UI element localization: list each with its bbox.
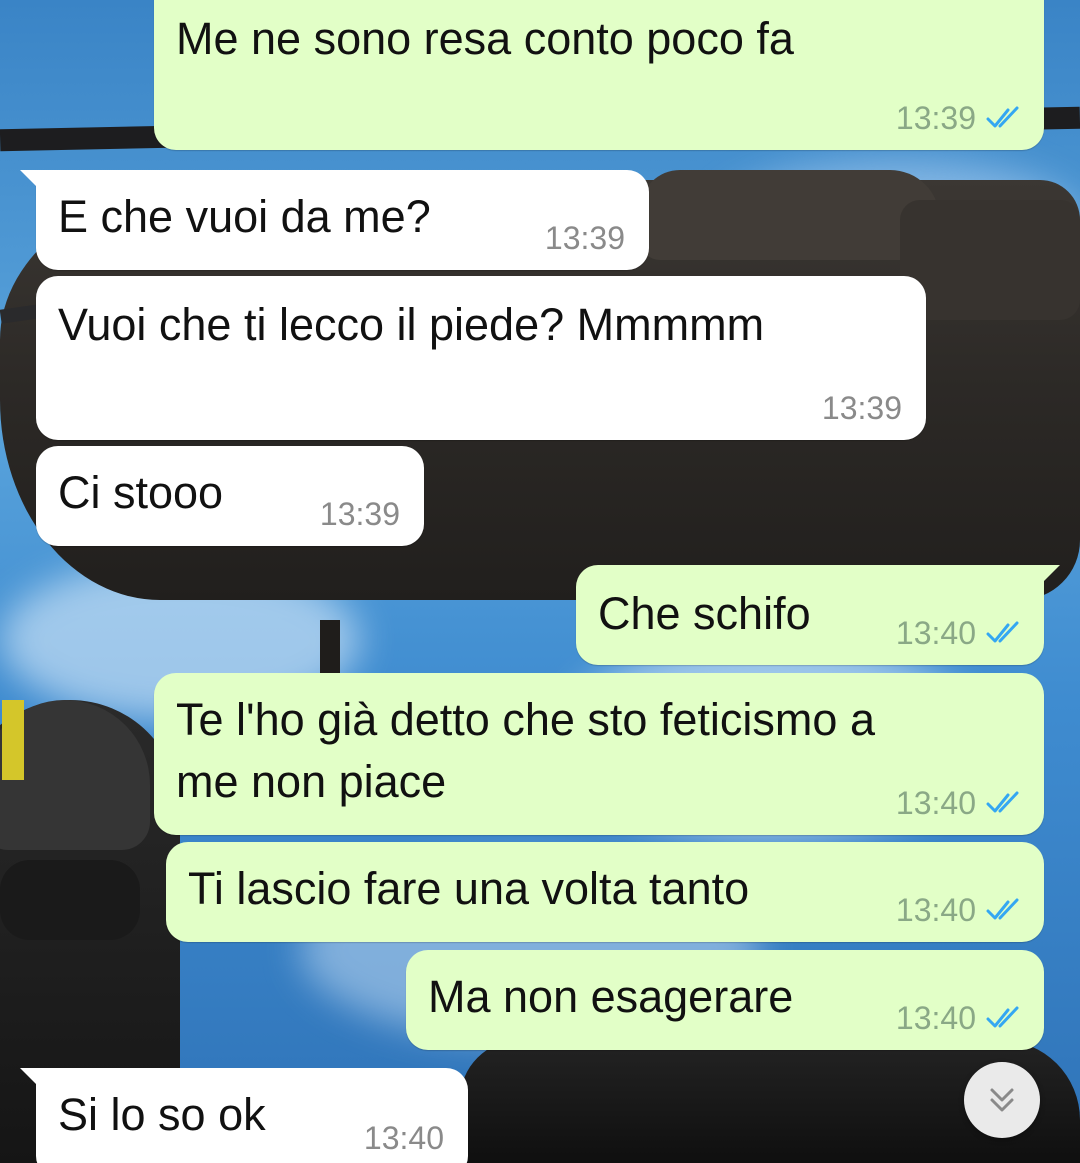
double-check-icon [986, 621, 1019, 643]
double-chevron-down-icon [990, 1088, 1014, 1112]
message-time: 13:40 [895, 892, 976, 928]
outgoing-message[interactable]: Me ne sono resa conto poco fa 13:39 [154, 0, 1044, 150]
message-time: 13:40 [363, 1120, 444, 1156]
message-time: 13:39 [895, 100, 976, 136]
message-text: Me ne sono resa conto poco fa [176, 13, 794, 64]
outgoing-message[interactable]: Ti lascio fare una volta tanto 13:40 [166, 842, 1044, 942]
incoming-message[interactable]: E che vuoi da me? 13:39 [20, 170, 649, 270]
message-time: 13:39 [319, 496, 400, 532]
message-time: 13:40 [895, 1000, 976, 1036]
message-time: 13:40 [895, 785, 976, 821]
message-time: 13:39 [544, 220, 625, 256]
message-meta: 13:39 [320, 496, 400, 532]
double-check-icon [986, 791, 1019, 813]
outgoing-message[interactable]: Te l'ho già detto che sto feticismo a me… [154, 673, 1044, 835]
incoming-message[interactable]: Si lo so ok 13:40 [20, 1068, 468, 1163]
outgoing-message[interactable]: Ma non esagerare 13:40 [406, 950, 1044, 1050]
message-meta: 13:39 [822, 390, 902, 426]
message-meta: 13:39 [896, 100, 1024, 136]
scroll-to-bottom-button[interactable] [964, 1062, 1040, 1138]
message-text: Vuoi che ti lecco il piede? Mmmmm [58, 299, 765, 350]
double-check-icon [986, 106, 1019, 128]
message-meta: 13:40 [896, 615, 1024, 651]
message-text-line-1: Te l'ho già detto che sto feticismo a [176, 694, 875, 745]
message-time: 13:40 [895, 615, 976, 651]
message-meta: 13:40 [896, 1000, 1024, 1036]
double-check-icon [986, 1006, 1019, 1028]
message-list[interactable]: Me ne sono resa conto poco fa 13:39 E ch… [0, 0, 1080, 1163]
outgoing-message[interactable]: Che schifo 13:40 [576, 565, 1060, 665]
message-meta: 13:40 [896, 785, 1024, 821]
message-time: 13:39 [821, 390, 902, 426]
message-meta: 13:40 [364, 1120, 444, 1156]
message-meta: 13:40 [896, 892, 1024, 928]
message-text: E che vuoi da me? [58, 191, 431, 242]
incoming-message[interactable]: Vuoi che ti lecco il piede? Mmmmm 13:39 [36, 276, 926, 440]
message-meta: 13:39 [545, 220, 625, 256]
incoming-message[interactable]: Ci stooo 13:39 [36, 446, 424, 546]
double-check-icon [986, 898, 1019, 920]
